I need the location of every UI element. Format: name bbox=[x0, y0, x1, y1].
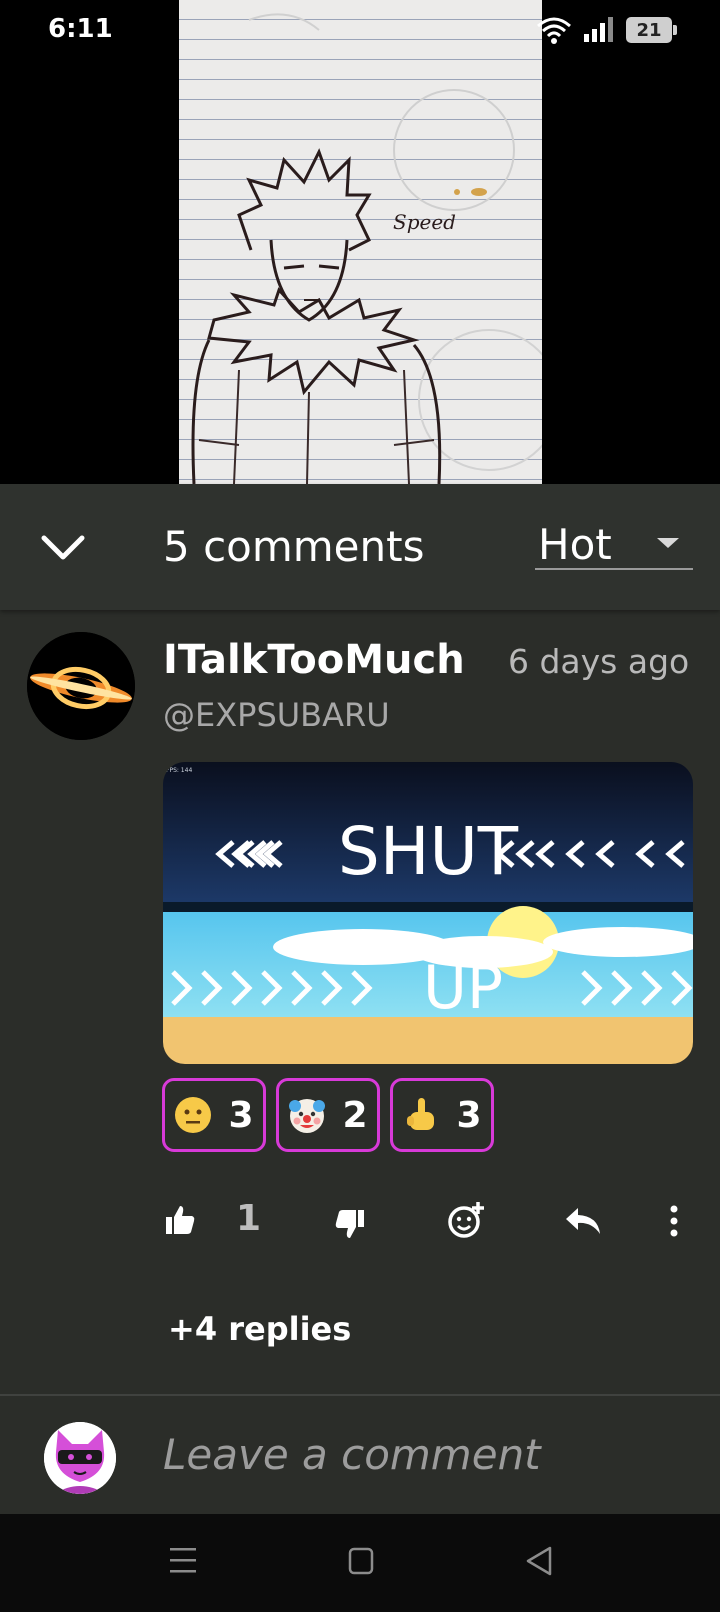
like-count: 1 bbox=[236, 1198, 262, 1239]
gif-bottom-text: UP bbox=[423, 953, 503, 1023]
status-time: 6:11 bbox=[48, 14, 113, 44]
sketch-image: Speed bbox=[179, 0, 542, 484]
reaction-clown-face[interactable]: 2 bbox=[276, 1078, 380, 1152]
thumbs-down-icon[interactable] bbox=[334, 1208, 366, 1240]
avatar[interactable] bbox=[27, 632, 135, 740]
comment-username[interactable]: ITalkTooMuch bbox=[163, 637, 465, 683]
signal-icon bbox=[584, 17, 613, 42]
reaction-middle-finger[interactable]: 3 bbox=[390, 1078, 494, 1152]
comment-timestamp: 6 days ago bbox=[508, 642, 690, 681]
thumbs-up-icon[interactable] bbox=[164, 1204, 196, 1236]
more-options-icon[interactable] bbox=[668, 1204, 680, 1238]
reaction-count: 3 bbox=[228, 1094, 254, 1136]
home-icon[interactable] bbox=[347, 1544, 375, 1578]
navigation-bar bbox=[0, 1514, 720, 1612]
comment-input[interactable] bbox=[163, 1422, 683, 1486]
status-icons: 21 bbox=[536, 16, 677, 44]
gif-corner-label: FPS: 144 bbox=[166, 767, 192, 774]
sort-dropdown[interactable]: Hot bbox=[535, 514, 693, 570]
reaction-neutral-face[interactable]: 3 bbox=[162, 1078, 266, 1152]
comments-header: 5 comments Hot bbox=[0, 484, 720, 610]
wifi-icon bbox=[537, 17, 571, 44]
menu-icon[interactable] bbox=[168, 1544, 198, 1578]
view-replies-link[interactable]: +4 replies bbox=[168, 1310, 351, 1348]
caret-down-icon bbox=[657, 538, 679, 548]
chevron-down-icon[interactable] bbox=[36, 520, 90, 574]
reactions: 3 2 3 bbox=[162, 1078, 494, 1152]
sort-selected: Hot bbox=[538, 520, 612, 569]
reaction-count: 3 bbox=[456, 1094, 482, 1136]
user-avatar[interactable] bbox=[44, 1422, 116, 1494]
clown-face-icon bbox=[289, 1099, 326, 1133]
reaction-count: 2 bbox=[342, 1094, 368, 1136]
middle-finger-icon bbox=[407, 1098, 435, 1130]
neutral-face-icon bbox=[175, 1097, 212, 1133]
video-player[interactable]: Speed bbox=[0, 0, 720, 484]
comment-handle[interactable]: @EXPSUBARU bbox=[163, 696, 390, 734]
comment-composer bbox=[0, 1396, 720, 1514]
reply-icon[interactable] bbox=[564, 1206, 602, 1236]
comment-gif[interactable]: FPS: 144 SHUT UP bbox=[163, 762, 693, 1064]
status-bar: 6:11 21 bbox=[0, 0, 720, 62]
sketch-caption: Speed bbox=[393, 210, 456, 234]
back-icon[interactable] bbox=[524, 1544, 554, 1578]
comment-actions: 1 bbox=[0, 1194, 720, 1264]
comments-panel: 5 comments Hot ITalkTooMuch 6 days ago @… bbox=[0, 484, 720, 1514]
battery-icon: 21 bbox=[626, 17, 677, 43]
gif-top-text: SHUT bbox=[338, 813, 519, 890]
comments-count: 5 comments bbox=[163, 522, 425, 571]
add-reaction-icon[interactable] bbox=[446, 1200, 486, 1240]
battery-level: 21 bbox=[636, 19, 662, 41]
